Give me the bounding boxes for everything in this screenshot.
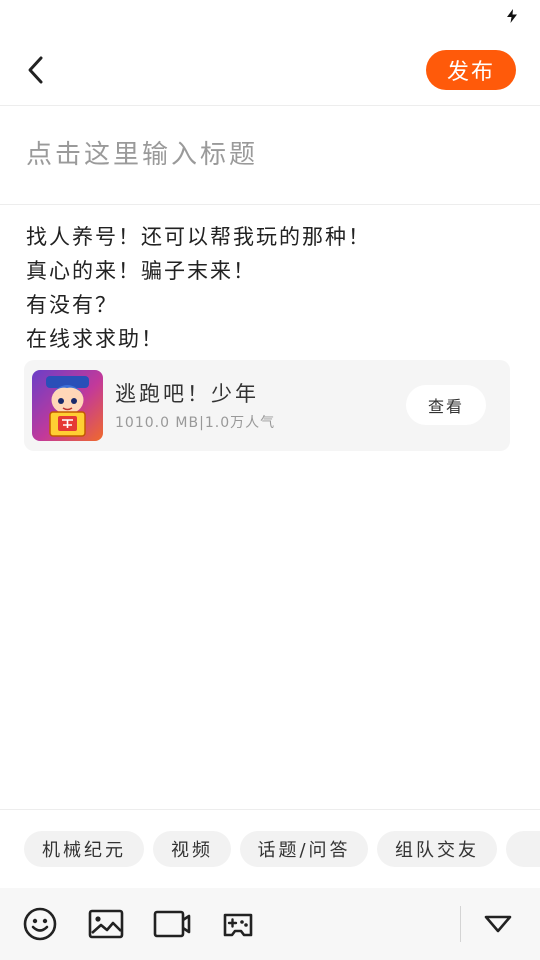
publish-button[interactable]: 发布: [426, 50, 516, 90]
gamepad-icon: [223, 913, 253, 937]
image-icon: [88, 909, 124, 939]
body-line: 找人养号！还可以帮我玩的那种！: [26, 225, 371, 249]
game-attach-button[interactable]: [218, 904, 258, 944]
status-bar: [0, 0, 540, 32]
game-meta: 1010.0 MB|1.0万人气: [115, 415, 276, 431]
body-line: 有没有？: [26, 293, 118, 317]
tag-chip-partial[interactable]: [506, 831, 540, 867]
title-section: [0, 107, 540, 205]
tag-chip[interactable]: 组队交友: [377, 831, 497, 867]
chevron-left-icon: [28, 56, 43, 84]
body-line: 真心的来！骗子末来！: [26, 259, 256, 283]
collapse-toolbar-button[interactable]: [478, 904, 518, 944]
game-icon: [32, 370, 103, 441]
view-game-button[interactable]: 查看: [406, 385, 486, 425]
collapse-triangle-icon: [484, 915, 512, 933]
attached-game-card[interactable]: 逃跑吧！少年 1010.0 MB|1.0万人气 查看: [24, 360, 510, 451]
emoji-button[interactable]: [20, 904, 60, 944]
game-title: 逃跑吧！少年: [115, 382, 259, 406]
charging-bolt-icon: [507, 9, 517, 23]
top-app-bar: 发布: [0, 32, 540, 106]
image-button[interactable]: [86, 904, 126, 944]
tag-chip[interactable]: 话题/问答: [240, 831, 368, 867]
video-button[interactable]: [152, 904, 192, 944]
title-input[interactable]: [26, 135, 506, 175]
tag-chip[interactable]: 机械纪元: [24, 831, 144, 867]
emoji-icon: [23, 907, 57, 941]
body-line: 在线求求助！: [26, 327, 164, 351]
tag-strip[interactable]: 机械纪元 视频 话题/问答 组队交友: [0, 809, 540, 888]
editor-toolbar: [0, 888, 540, 960]
tag-chip[interactable]: 视频: [153, 831, 231, 867]
toolbar-divider: [460, 906, 461, 942]
post-body[interactable]: 找人养号！还可以帮我玩的那种！ 真心的来！骗子末来！ 有没有？ 在线求求助！: [26, 220, 516, 356]
video-icon: [153, 910, 191, 938]
back-button[interactable]: [18, 50, 54, 90]
